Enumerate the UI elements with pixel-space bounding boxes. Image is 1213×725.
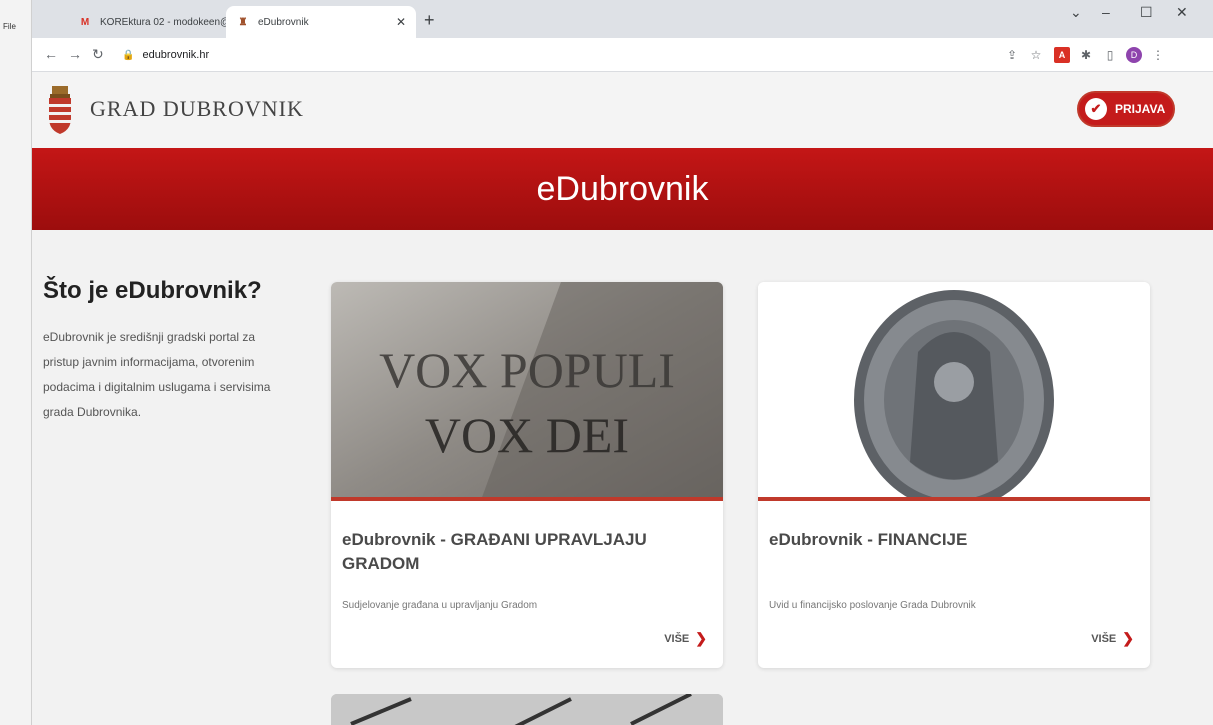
tab-title: eDubrovnik	[258, 16, 309, 28]
card-finance[interactable]: eDubrovnik - FINANCIJE Uvid u financijsk…	[758, 282, 1150, 668]
url-text: edubrovnik.hr	[142, 49, 210, 61]
pdf-extension-icon[interactable]: A	[1054, 47, 1070, 63]
vox-populi-image: VOX POPULI VOX DEI	[331, 282, 723, 500]
more-link[interactable]: VIŠE ❯	[664, 630, 707, 647]
coin-image	[758, 282, 1150, 500]
site-name[interactable]: GRAD DUBROVNIK	[90, 96, 304, 122]
card-partial-image	[331, 694, 723, 725]
maximize-icon[interactable]: ☐	[1140, 4, 1153, 21]
dubrovnik-crest-logo[interactable]	[46, 84, 74, 136]
close-window-icon[interactable]: ✕	[1176, 4, 1188, 21]
minimize-icon[interactable]: –	[1102, 4, 1110, 20]
card-description: Sudjelovanje građana u upravljanju Grado…	[342, 600, 538, 611]
file-menu[interactable]: File	[3, 22, 16, 31]
chevron-right-icon: ❯	[695, 630, 707, 646]
gmail-icon: M	[80, 16, 90, 28]
profile-avatar[interactable]: D	[1126, 47, 1142, 63]
card-partial[interactable]	[331, 694, 723, 725]
svg-text:VOX DEI: VOX DEI	[425, 407, 629, 463]
tab-edubrovnik[interactable]: ♜ eDubrovnik ✕	[226, 6, 416, 38]
login-label: PRIJAVA	[1115, 102, 1166, 116]
card-title[interactable]: eDubrovnik - GRAĐANI UPRAVLJAJU GRADOM	[342, 528, 702, 576]
card-accent-line	[758, 497, 1150, 501]
forward-icon[interactable]: →	[68, 46, 82, 62]
extensions-icon[interactable]: ✱	[1078, 47, 1094, 63]
intro-text: eDubrovnik je središnji gradski portal z…	[43, 330, 271, 419]
address-bar: ← → ↻ 🔒 edubrovnik.hr ⇪ ☆ A ✱ ▯ D ⋮	[32, 38, 1213, 72]
more-label: VIŠE	[664, 632, 690, 645]
menu-icon[interactable]: ⋮	[1150, 47, 1166, 63]
intro-heading: Što je eDubrovnik?	[43, 277, 262, 304]
screen: File M KOREktura 02 - modokeen@gm... ✕ ♜…	[0, 0, 1213, 725]
new-tab-icon[interactable]: +	[424, 10, 435, 31]
close-tab-icon[interactable]: ✕	[396, 15, 406, 29]
back-icon[interactable]: ←	[44, 46, 58, 62]
svg-text:VOX POPULI: VOX POPULI	[379, 342, 675, 398]
site-header: GRAD DUBROVNIK ✔ PRIJAVA	[32, 72, 1213, 148]
side-panel-icon[interactable]: ▯	[1102, 47, 1118, 63]
page-title: eDubrovnik	[536, 169, 709, 208]
card-title[interactable]: eDubrovnik - FINANCIJE	[769, 528, 1129, 552]
share-icon[interactable]: ⇪	[1004, 47, 1020, 63]
bookmark-star-icon[interactable]: ☆	[1028, 47, 1044, 63]
login-button[interactable]: ✔ PRIJAVA	[1077, 91, 1175, 127]
tab-bar: M KOREktura 02 - modokeen@gm... ✕ ♜ eDub…	[32, 0, 1213, 38]
chevron-right-icon: ❯	[1122, 630, 1134, 646]
intro-section: Što je eDubrovnik? eDubrovnik je središn…	[43, 277, 283, 425]
card-description: Uvid u financijsko poslovanje Grada Dubr…	[769, 600, 976, 611]
taskbar-strip: File	[0, 0, 32, 725]
tab-search-icon[interactable]: ⌄	[1070, 4, 1082, 21]
tab-title: KOREktura 02 - modokeen@gm...	[100, 16, 232, 28]
lock-icon[interactable]: 🔒	[122, 50, 134, 61]
card-accent-line	[331, 497, 723, 501]
card-citizens[interactable]: VOX POPULI VOX DEI eDubrovnik - GRAĐANI …	[331, 282, 723, 668]
dubrovnik-crest-icon: ♜	[238, 16, 248, 28]
url-field[interactable]: 🔒 edubrovnik.hr	[122, 44, 209, 66]
reload-icon[interactable]: ↻	[92, 46, 104, 63]
more-link[interactable]: VIŠE ❯	[1091, 630, 1134, 647]
checkmark-icon: ✔	[1085, 98, 1107, 120]
page-banner: eDubrovnik	[32, 148, 1213, 230]
more-label: VIŠE	[1091, 632, 1117, 645]
web-page: GRAD DUBROVNIK ✔ PRIJAVA eDubrovnik Što …	[32, 72, 1213, 725]
